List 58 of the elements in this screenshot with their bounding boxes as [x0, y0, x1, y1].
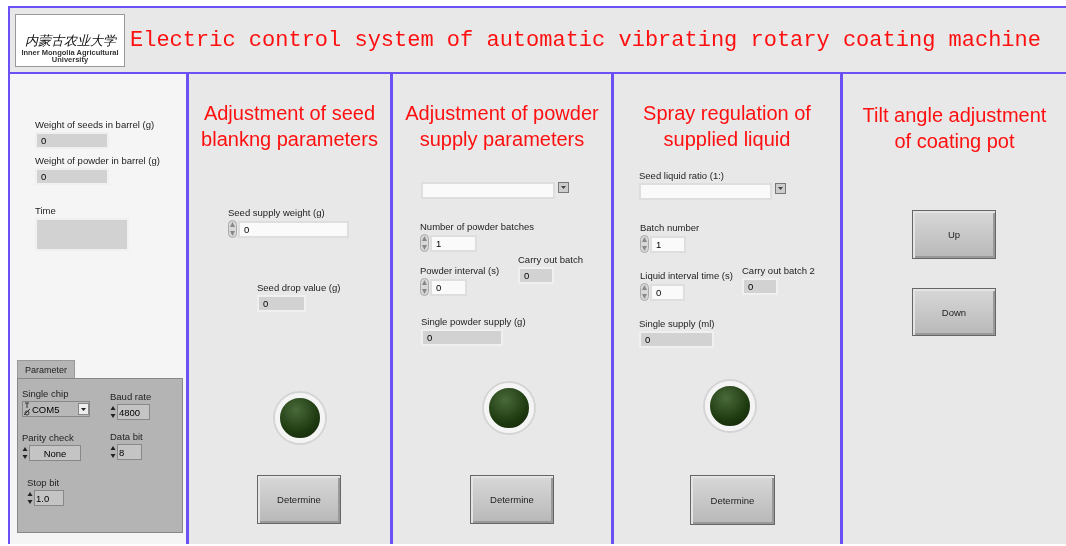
value-display: 0 [421, 329, 503, 346]
control-label: Data bit [110, 431, 143, 442]
spinner-arrows-icon[interactable] [27, 490, 33, 506]
control-label: Seed drop value (g) [257, 282, 341, 293]
control-label: Single supply (ml) [639, 318, 715, 329]
control-label: Liquid interval time (s) [640, 270, 733, 281]
numeric-field[interactable]: 4800 [117, 404, 150, 420]
control-label: Carry out batch [518, 254, 583, 265]
control-label: Time [35, 205, 57, 216]
numeric-field[interactable]: 0 [430, 278, 467, 296]
section-heading: Adjustment of seed [203, 101, 376, 126]
control-label: Parity check [22, 432, 75, 443]
determine-button[interactable]: Down [912, 288, 996, 336]
dropdown-field[interactable] [639, 183, 772, 200]
value-display: 0 [35, 132, 109, 149]
control-label: Seed liquid ratio (1:) [639, 170, 726, 181]
numeric-field[interactable]: 0 [238, 220, 349, 238]
value-display: 0 [639, 331, 714, 348]
numeric-field[interactable]: 0 [650, 283, 685, 301]
control-label: Stop bit [27, 477, 61, 488]
value-display: 0 [257, 295, 306, 312]
section-heading: supply parameters [419, 127, 585, 152]
numeric-field[interactable]: 8 [117, 444, 142, 460]
section-heading: Adjustment of powder [405, 101, 599, 126]
spinner-arrows-icon[interactable] [110, 404, 116, 420]
control-label: Number of powder batches [420, 221, 535, 232]
control-label: Carry out batch 2 [742, 265, 815, 276]
spinner-arrows-icon[interactable] [22, 445, 28, 461]
io-icon [23, 402, 31, 416]
value-display: 0 [742, 278, 778, 295]
control-label: Weight of powder in barrel (g) [35, 155, 160, 166]
section-heading: blankng parameters [201, 127, 378, 152]
numeric-field[interactable]: 1 [430, 234, 477, 252]
section-heading: Tilt angle adjustment [862, 103, 1047, 128]
port-combo-box[interactable]: COM5 [22, 401, 90, 417]
control-label: Baud rate [110, 391, 152, 402]
control-label: Batch number [640, 222, 700, 233]
control-label: Seed supply weight (g) [228, 207, 326, 218]
section-heading: of coating pot [894, 129, 1015, 154]
determine-button[interactable]: Up [912, 210, 996, 259]
dropdown-field[interactable] [421, 182, 555, 199]
control-label: Powder interval (s) [420, 265, 500, 276]
parity-ring-control[interactable]: None [29, 445, 81, 461]
value-display: 0 [518, 267, 554, 284]
control-label: Single powder supply (g) [421, 316, 526, 327]
section-heading: supplied liquid [663, 127, 791, 152]
determine-button[interactable]: Determine [690, 475, 775, 525]
section-heading: Spray regulation of [643, 101, 811, 126]
determine-button[interactable]: Determine [470, 475, 554, 524]
numeric-field[interactable]: 1.0 [34, 490, 64, 506]
numeric-field[interactable]: 1 [650, 235, 686, 253]
determine-button[interactable]: Determine [257, 475, 341, 524]
parameter-tab[interactable]: Parameter [17, 360, 75, 378]
control-label: Single chip [22, 388, 70, 399]
value-display: 0 [35, 168, 109, 185]
spinner-arrows-icon[interactable] [110, 444, 116, 460]
app-title: Electric control system of automatic vibrating rotary coating machine [130, 27, 1041, 53]
control-label: Weight of seeds in barrel (g) [35, 119, 155, 130]
